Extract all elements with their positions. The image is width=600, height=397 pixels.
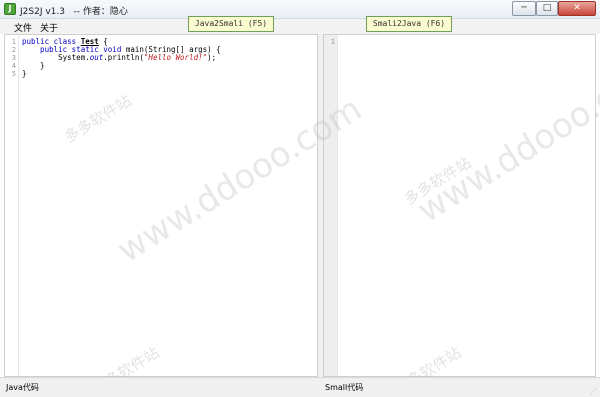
resize-grip-icon[interactable]: ⋰: [590, 388, 597, 396]
line-number: 4: [11, 62, 16, 70]
smali-status-label: Small代码: [325, 383, 364, 392]
maximize-button[interactable]: □: [536, 1, 558, 16]
java-code-editor[interactable]: 1 2 3 4 5 public class Test { public sta…: [4, 34, 318, 377]
line-number: 3: [11, 54, 16, 62]
line-number: 5: [11, 70, 16, 78]
line-number: 2: [11, 46, 16, 54]
smali-code-editor[interactable]: 1: [323, 34, 596, 377]
code-token: .println(: [103, 53, 144, 62]
java-to-smali-button[interactable]: Java2Smali (F5): [188, 16, 274, 32]
code-token: "Hello World!": [143, 53, 208, 62]
line-number: 1: [330, 38, 335, 46]
menu-bar: 文件 关于: [0, 19, 600, 34]
app-icon: J: [4, 3, 16, 15]
line-number: 1: [11, 38, 16, 46]
status-bar: Java代码 Small代码 ⋰: [0, 377, 600, 397]
window-title: J2S2J v1.3 -- 作者：隐心: [20, 7, 128, 17]
code-token: }: [22, 69, 27, 78]
code-token: out: [89, 53, 104, 62]
minimize-button[interactable]: ─: [512, 1, 536, 16]
line-number-gutter: 1: [324, 35, 338, 376]
java-status-label: Java代码: [6, 383, 39, 392]
code-line: }: [22, 70, 27, 78]
close-button[interactable]: ✕: [558, 1, 596, 16]
smali-to-java-button[interactable]: Smali2Java (F6): [366, 16, 452, 32]
line-number-gutter: 1 2 3 4 5: [5, 35, 19, 376]
menu-file[interactable]: 文件: [12, 21, 34, 34]
code-token: );: [207, 53, 217, 62]
code-line: System.out.println("Hello World!");: [22, 54, 216, 62]
title-bar: J J2S2J v1.3 -- 作者：隐心 ─ □ ✕: [0, 0, 600, 19]
menu-about[interactable]: 关于: [38, 21, 60, 34]
